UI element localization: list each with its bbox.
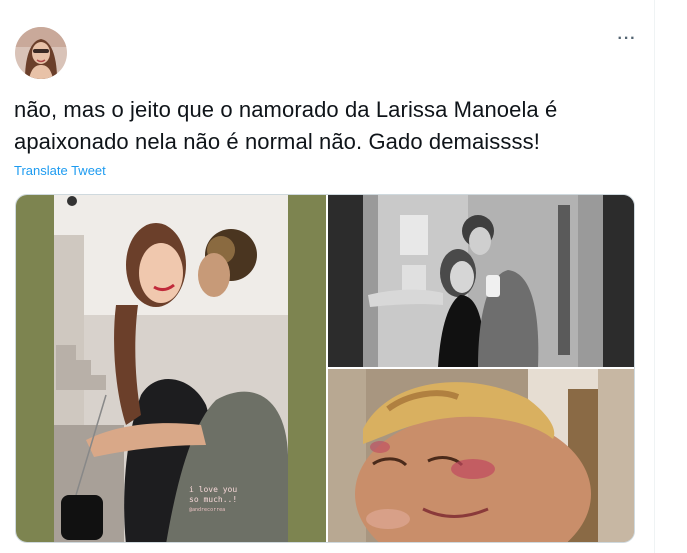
love-sticker: i love you so much..! @andrecorrea	[189, 485, 237, 515]
lipstick-kiss-face-photo	[328, 369, 634, 542]
media-grid: i love you so much..! @andrecorrea	[15, 194, 635, 543]
more-options-button[interactable]: ···	[612, 26, 642, 52]
sticker-line-2: so much..!	[189, 495, 238, 504]
sticker-line-1: i love you	[189, 485, 238, 494]
sticker-handle: @andrecorrea	[189, 507, 226, 513]
couple-hug-photo	[16, 195, 326, 542]
elevator-selfie-photo	[328, 195, 634, 367]
tweet-text: não, mas o jeito que o namorado da Laris…	[14, 97, 558, 154]
timeline-divider	[654, 0, 655, 553]
media-photo-2[interactable]	[328, 195, 634, 367]
more-options-icon: ···	[617, 30, 637, 47]
translate-tweet-link[interactable]: Translate Tweet	[14, 163, 106, 178]
avatar-image	[15, 27, 67, 79]
media-photo-1[interactable]: i love you so much..! @andrecorrea	[16, 195, 326, 542]
media-photo-3[interactable]	[328, 369, 634, 542]
avatar[interactable]	[15, 27, 67, 79]
